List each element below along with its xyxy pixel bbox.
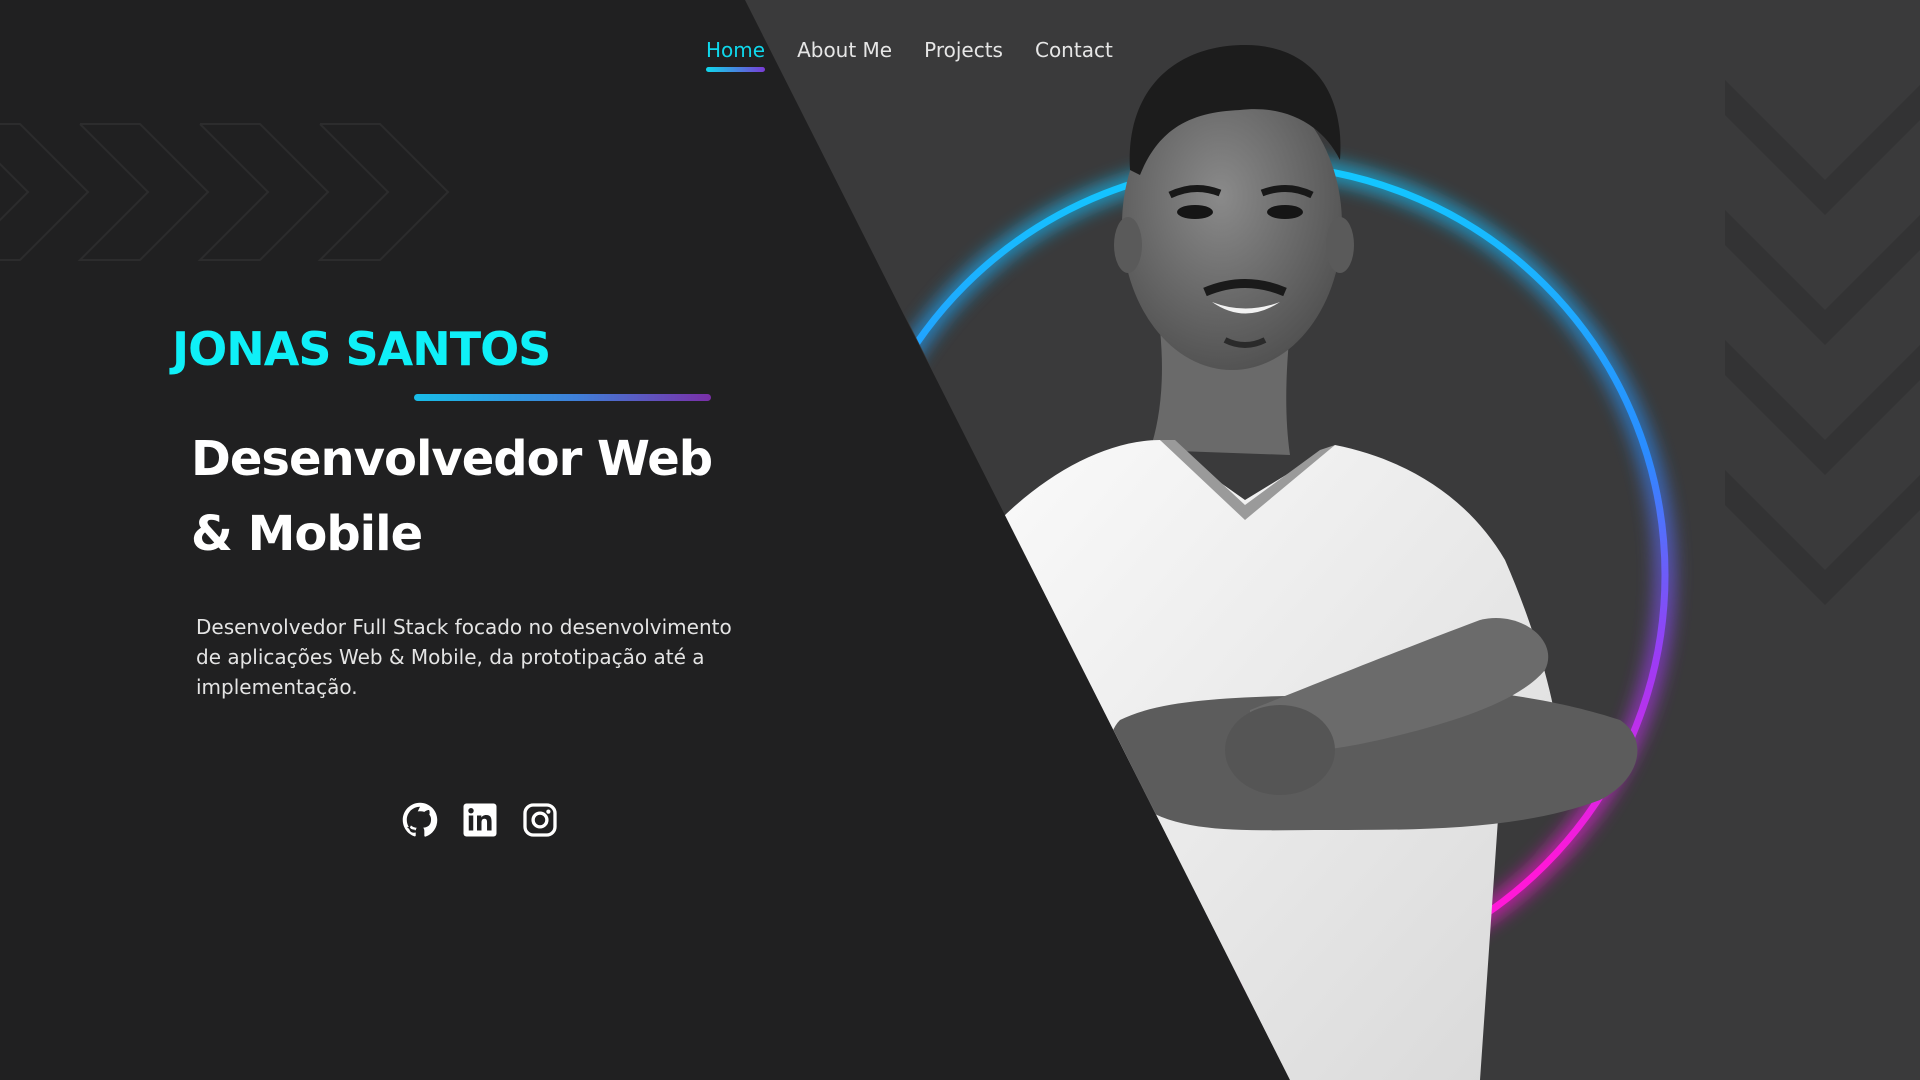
- page: Home About Me Projects Contact JONAS SAN…: [0, 0, 1920, 1080]
- nav-about-me[interactable]: About Me: [797, 38, 892, 72]
- hero-description: Desenvolvedor Full Stack focado no desen…: [196, 615, 732, 699]
- hero-name: JONAS SANTOS: [172, 322, 551, 376]
- headline-line-1: Desenvolvedor Web: [191, 431, 713, 487]
- instagram-icon: [523, 803, 557, 837]
- github-link[interactable]: [401, 800, 439, 840]
- linkedin-link[interactable]: [461, 800, 499, 840]
- name-underline: [414, 394, 711, 401]
- nav-home-label: Home: [706, 38, 766, 62]
- hero-headline: Desenvolvedor Web & Mobile: [191, 422, 751, 572]
- nav-home[interactable]: Home: [706, 38, 766, 72]
- nav-projects[interactable]: Projects: [924, 38, 1003, 72]
- social-links: [401, 800, 559, 840]
- headline-line-2: & Mobile: [191, 506, 423, 562]
- nav-contact[interactable]: Contact: [1035, 38, 1113, 72]
- instagram-link[interactable]: [521, 800, 559, 840]
- nav-active-indicator: [706, 67, 766, 72]
- nav-about-me-label: About Me: [797, 38, 893, 62]
- nav-projects-label: Projects: [924, 38, 1003, 62]
- main-nav: Home About Me Projects Contact: [706, 38, 1113, 72]
- linkedin-icon: [463, 803, 497, 837]
- github-icon: [402, 802, 438, 837]
- nav-contact-label: Contact: [1034, 38, 1113, 62]
